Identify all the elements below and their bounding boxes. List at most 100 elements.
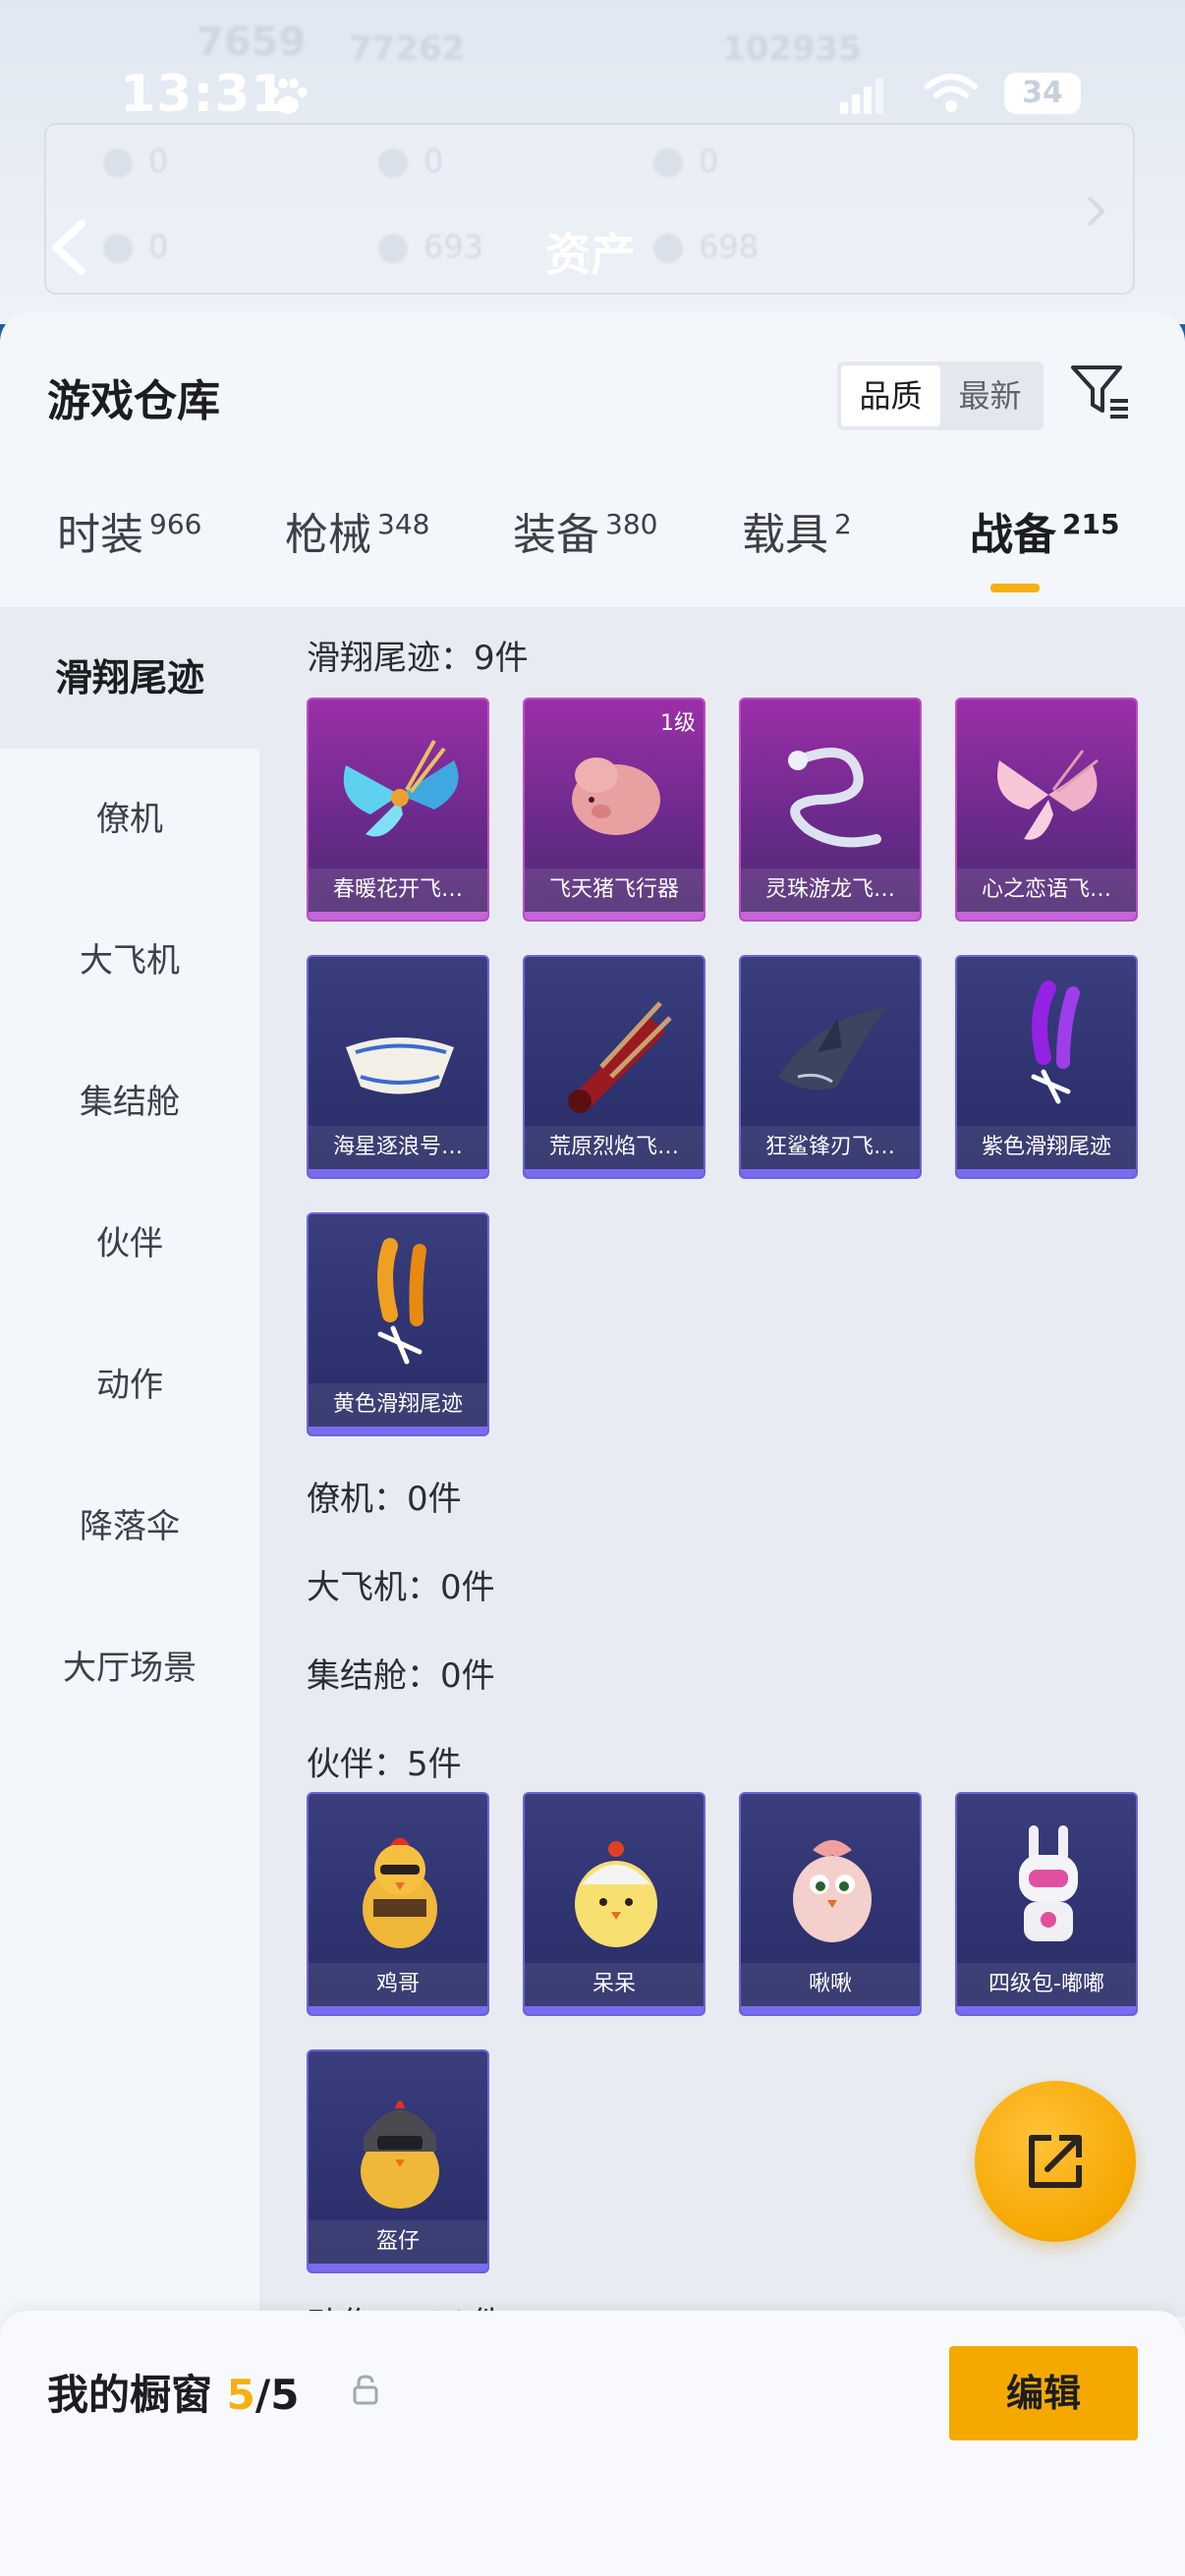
signal-icon	[840, 79, 883, 114]
item-name: 啾啾	[741, 1963, 920, 2006]
item-name: 鸡哥	[309, 1963, 487, 2006]
item-name: 荒原烈焰飞…	[525, 1126, 704, 1169]
item-card[interactable]: 灵珠游龙飞…	[739, 698, 922, 922]
item-card[interactable]: 啾啾	[739, 1792, 922, 2016]
tab-count: 348	[377, 508, 430, 540]
butterfly-icon	[343, 740, 459, 837]
item-name: 春暖花开飞…	[309, 868, 487, 912]
bird-icon	[793, 1840, 872, 1942]
rarity-bar	[957, 1169, 1136, 1177]
item-card[interactable]: 荒原烈焰飞…	[523, 955, 705, 1179]
sidebar-item-big-plane[interactable]: 大飞机	[0, 890, 259, 1032]
active-tab-indicator	[990, 584, 1040, 592]
helmet-chick-icon	[361, 2100, 439, 2209]
item-card[interactable]: 海星逐浪号…	[307, 955, 489, 1179]
sidebar-item-lobby-scene[interactable]: 大厅场景	[0, 1597, 259, 1739]
lock-icon	[353, 2375, 378, 2405]
showcase-title: 我的橱窗	[47, 2371, 213, 2419]
item-card[interactable]: 黄色滑翔尾迹	[307, 1212, 489, 1436]
bg-stat: 0	[103, 142, 168, 180]
tab-guns[interactable]: 枪械 348	[285, 499, 429, 562]
tab-count: 215	[1062, 508, 1120, 540]
game-warehouse-sheet: 游戏仓库 品质 最新 时装 966 枪械 348 装备 380 载具 2 战备 215 滑…	[0, 312, 1185, 2576]
sidebar-item-glide-trail[interactable]: 滑翔尾迹	[0, 607, 259, 749]
item-name: 狂鲨锋刃飞…	[741, 1126, 920, 1169]
sidebar-item-wingman[interactable]: 僚机	[0, 749, 259, 890]
item-card[interactable]: 盔仔	[307, 2049, 489, 2273]
sort-toggle: 品质 最新	[837, 362, 1044, 430]
page-title: 资产	[545, 228, 636, 281]
rarity-bar	[741, 2006, 920, 2014]
tab-count: 966	[149, 508, 202, 540]
status-bar: 13:31 34	[0, 59, 1185, 138]
boat-icon	[346, 1037, 454, 1094]
item-card[interactable]: 1级 飞天猪飞行器	[523, 698, 705, 922]
rarity-bar	[309, 1427, 487, 1434]
rarity-bar	[957, 2006, 1136, 2014]
sort-quality-button[interactable]: 品质	[841, 365, 940, 426]
sort-newest-button[interactable]: 最新	[940, 365, 1040, 426]
section-label: 滑翔尾迹：9件	[307, 639, 529, 678]
chick-icon	[575, 1841, 657, 1947]
tab-count: 380	[605, 508, 658, 540]
share-button[interactable]	[975, 2081, 1136, 2242]
sidebar-item-assembly-pod[interactable]: 集结舱	[0, 1032, 259, 1173]
tab-fashion[interactable]: 时装 966	[57, 499, 201, 562]
item-card[interactable]: 鸡哥	[307, 1792, 489, 2016]
rarity-bar	[741, 912, 920, 920]
purple-smoke-icon	[1031, 980, 1080, 1104]
rarity-bar	[525, 1169, 704, 1177]
item-card[interactable]: 四级包-嘟嘟	[955, 1792, 1138, 2016]
background-header: 7659 77262 102935 0 0 0 0 693 698 13:31 …	[0, 0, 1185, 324]
subcategory-sidebar: 滑翔尾迹 僚机 大飞机 集结舱 伙伴 动作 降落伞 大厅场景	[0, 607, 259, 2576]
item-card[interactable]: 紫色滑翔尾迹	[955, 955, 1138, 1179]
section-label: 伙伴：5件	[307, 1745, 462, 1784]
edit-button[interactable]: 编辑	[949, 2346, 1138, 2440]
tab-label: 枪械	[285, 510, 371, 560]
section-label: 集结舱：0件	[307, 1656, 495, 1696]
tab-combat-gear[interactable]: 战备 215	[970, 499, 1119, 562]
rarity-bar	[741, 1169, 920, 1177]
showcase-bar: 我的橱窗 5/5 编辑	[0, 2311, 1185, 2576]
dragon-icon	[788, 748, 881, 848]
rarity-bar	[309, 1169, 487, 1177]
item-card[interactable]: 心之恋语飞…	[955, 698, 1138, 922]
back-arrow-icon[interactable]	[44, 218, 93, 277]
filter-icon[interactable]	[1069, 360, 1132, 422]
rarity-bar	[525, 912, 704, 920]
shark-icon	[778, 1008, 886, 1091]
item-card[interactable]: 呆呆	[523, 1792, 705, 2016]
tab-label: 装备	[513, 510, 599, 560]
tab-label: 载具	[742, 510, 828, 560]
battery-indicator: 34	[1004, 73, 1081, 114]
sidebar-item-companion[interactable]: 伙伴	[0, 1173, 259, 1315]
bg-stat: 693	[378, 228, 483, 265]
flame-glider-icon	[568, 1001, 672, 1113]
rarity-bar	[309, 2006, 487, 2014]
item-name: 灵珠游龙飞…	[741, 868, 920, 912]
tab-label: 战备	[970, 510, 1056, 560]
item-content-area: 滑翔尾迹：9件 春暖花开飞… 1级 飞天猪飞行器 灵珠游龙飞… 心之恋语飞… 海…	[259, 607, 1185, 2317]
item-card[interactable]: 春暖花开飞…	[307, 698, 489, 922]
chevron-right-icon[interactable]	[1083, 192, 1108, 231]
item-name: 四级包-嘟嘟	[957, 1963, 1136, 2006]
status-time: 13:31	[120, 65, 288, 124]
chicken-icon	[363, 1837, 437, 1948]
item-name: 海星逐浪号…	[309, 1126, 487, 1169]
item-card[interactable]: 狂鲨锋刃飞…	[739, 955, 922, 1179]
rarity-bar	[309, 912, 487, 920]
pink-butterfly-icon	[997, 750, 1099, 840]
pig-icon	[572, 757, 660, 835]
tab-equipment[interactable]: 装备 380	[513, 499, 657, 562]
bg-stat: 0	[378, 142, 443, 180]
item-name: 紫色滑翔尾迹	[957, 1126, 1136, 1169]
item-name: 心之恋语飞…	[957, 868, 1136, 912]
tab-vehicles[interactable]: 载具 2	[742, 499, 852, 562]
sidebar-item-parachute[interactable]: 降落伞	[0, 1456, 259, 1597]
rarity-bar	[309, 2264, 487, 2271]
share-icon	[1029, 2135, 1082, 2188]
rarity-bar	[525, 2006, 704, 2014]
showcase-total: /5	[254, 2371, 300, 2419]
sidebar-item-emote[interactable]: 动作	[0, 1315, 259, 1456]
bg-stat: 698	[653, 228, 759, 265]
